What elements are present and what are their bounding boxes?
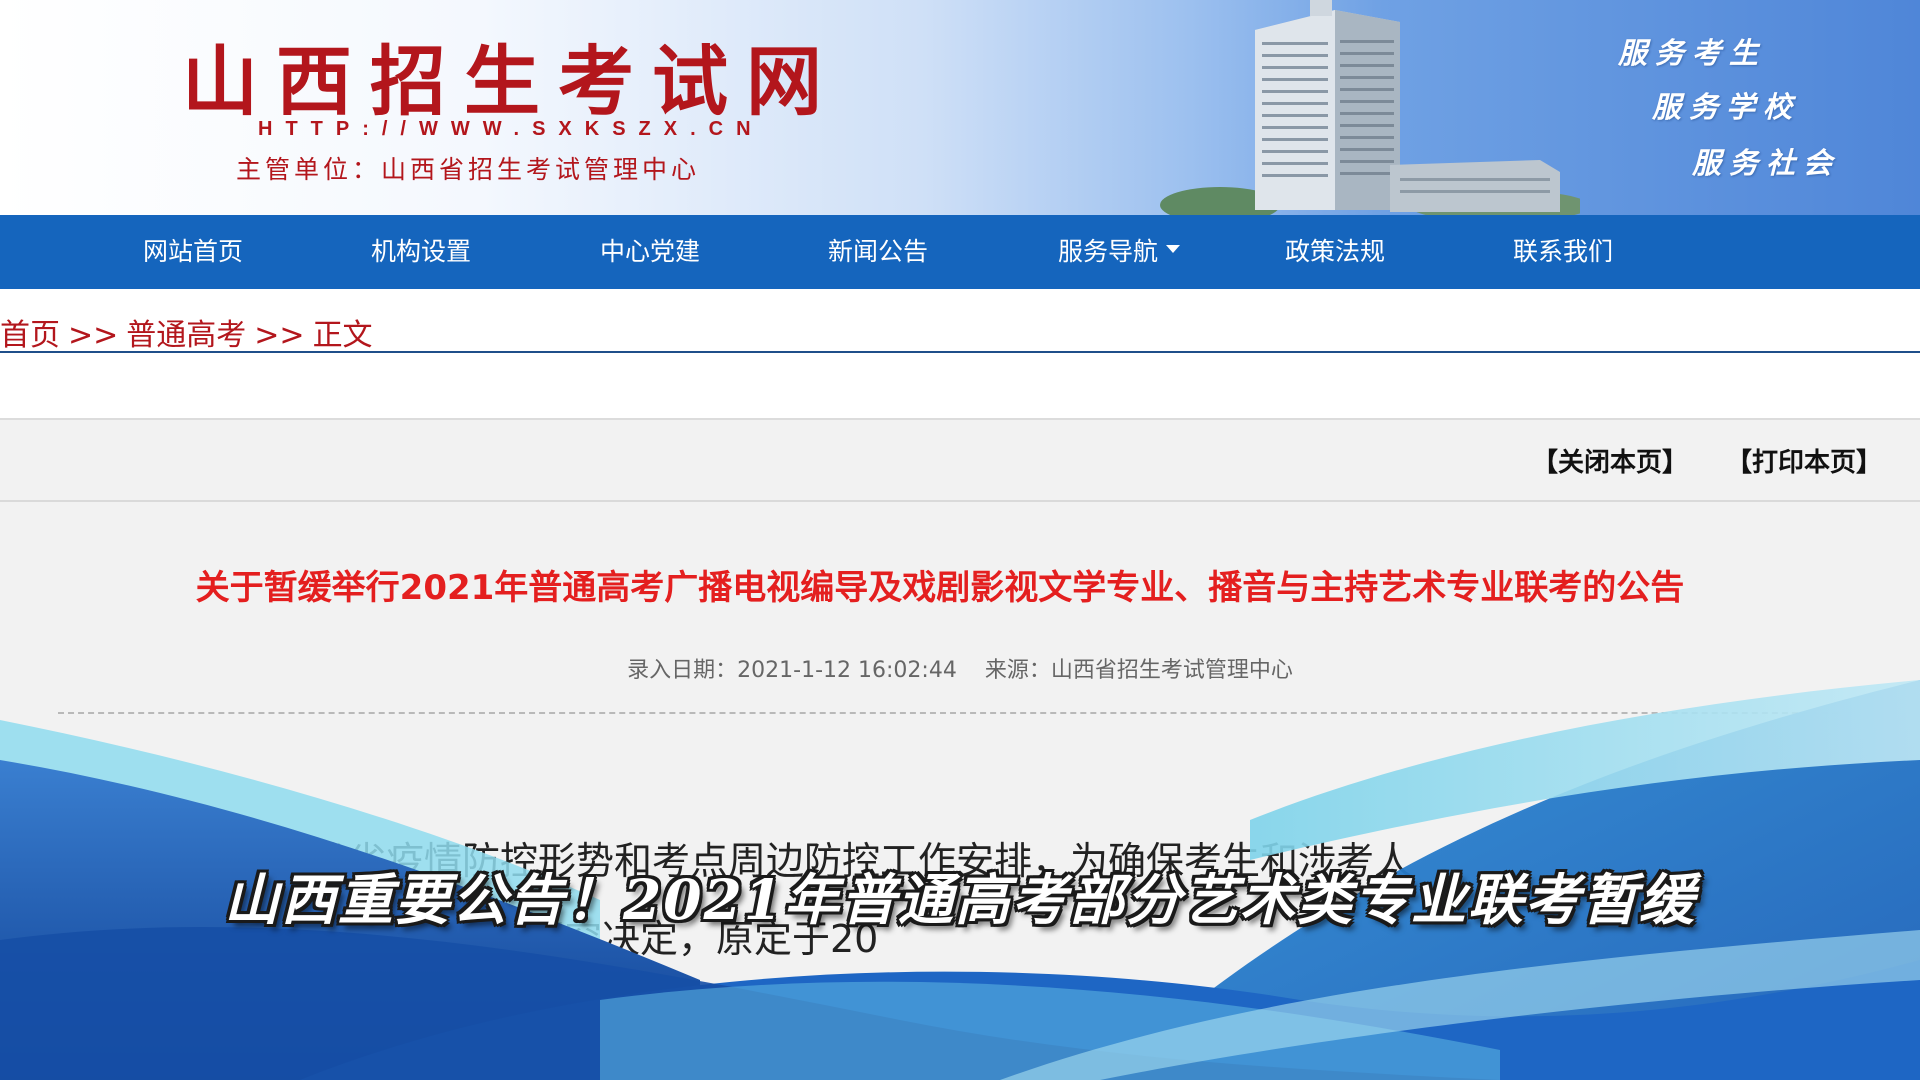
video-caption: 山西重要公告！2021年普通高考部分艺术类专业联考暂缓 — [223, 867, 1697, 932]
breadcrumb-section[interactable]: 普通高考 — [126, 318, 246, 353]
nav-item-service-guide-label: 服务导航 — [1058, 237, 1159, 266]
breadcrumb-separator: >> — [254, 318, 305, 353]
article-title: 关于暂缓举行2021年普通高考广播电视编导及戏剧影视文学专业、播音与主持艺术专业… — [195, 568, 1685, 608]
site-org: 主管单位：山西省招生考试管理中心 — [236, 155, 701, 184]
print-page-button[interactable]: 【打印本页】 — [1726, 442, 1882, 479]
toolbar-divider — [0, 500, 1920, 502]
slogan-3: 服务社会 — [1692, 146, 1841, 180]
building-image — [1160, 0, 1580, 215]
article-divider — [58, 712, 1838, 714]
main-nav: 网站首页 机构设置 中心党建 新闻公告 服务导航 政策法规 联系我们 — [0, 215, 1920, 289]
site-banner: 山西招生考试网 HTTP://WWW.SXKSZX.CN 主管单位：山西省招生考… — [0, 0, 1920, 215]
breadcrumb: 首页 >> 普通高考 >> 正文 — [0, 310, 381, 353]
nav-item-policy[interactable]: 政策法规 — [1285, 215, 1385, 289]
nav-item-organization[interactable]: 机构设置 — [371, 215, 471, 289]
nav-item-contact[interactable]: 联系我们 — [1513, 215, 1613, 289]
article-source: 来源：山西省招生考试管理中心 — [984, 658, 1293, 683]
breadcrumb-divider — [0, 351, 1920, 353]
breadcrumb-home[interactable]: 首页 — [0, 318, 60, 353]
site-title: 山西招生考试网 — [182, 37, 840, 126]
breadcrumb-current: 正文 — [312, 318, 373, 353]
slogan-2: 服务学校 — [1652, 90, 1801, 124]
nav-item-news[interactable]: 新闻公告 — [828, 215, 928, 289]
article-panel: 【关闭本页】 【打印本页】 关于暂缓举行2021年普通高考广播电视编导及戏剧影视… — [0, 418, 1920, 1080]
site-url: HTTP://WWW.SXKSZX.CN — [258, 118, 764, 140]
slogan-1: 服务考生 — [1618, 36, 1767, 70]
article-body-line: 年普通高考 — [458, 995, 649, 1039]
nav-item-party[interactable]: 中心党建 — [600, 215, 700, 289]
nav-item-home[interactable]: 网站首页 — [143, 215, 243, 289]
caret-down-icon — [1166, 245, 1181, 253]
article-date: 录入日期：2021-1-12 16:02:44 — [627, 658, 957, 683]
nav-item-service-guide[interactable]: 服务导航 — [1058, 215, 1181, 289]
breadcrumb-separator: >> — [68, 318, 119, 353]
article-meta: 录入日期：2021-1-12 16:02:44 来源：山西省招生考试管理中心 — [0, 652, 1920, 684]
close-page-button[interactable]: 【关闭本页】 — [1532, 442, 1688, 479]
